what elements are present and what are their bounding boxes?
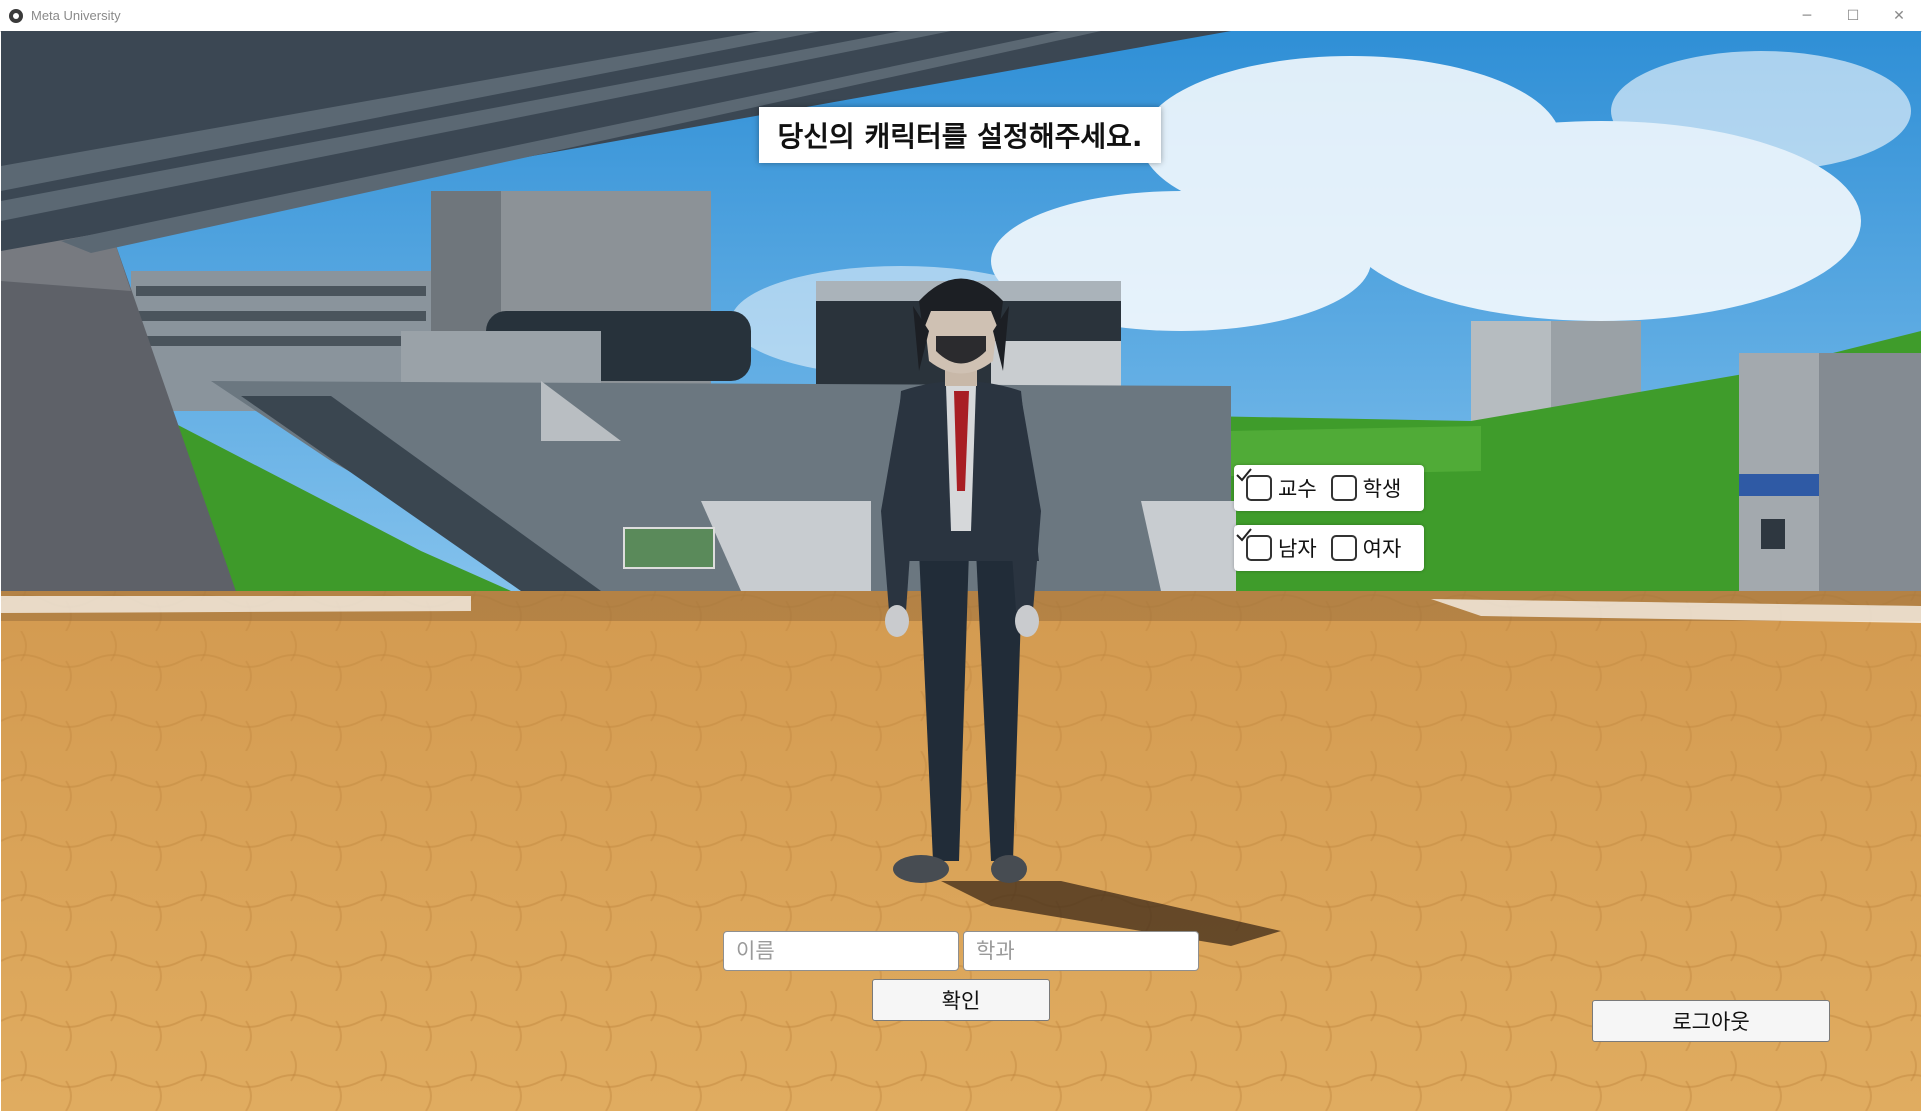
role-professor-checkbox[interactable] [1236, 468, 1272, 501]
close-button[interactable]: ✕ [1876, 0, 1922, 31]
app-logo-icon [9, 8, 23, 23]
name-input[interactable] [723, 931, 959, 971]
gender-female-checkbox[interactable] [1330, 535, 1357, 561]
department-input[interactable] [963, 931, 1199, 971]
gender-male-checkbox[interactable] [1236, 528, 1272, 561]
gender-female-label: 여자 [1362, 537, 1402, 561]
role-professor-label: 교수 [1278, 477, 1317, 501]
role-professor-option[interactable]: 교수 [1236, 468, 1317, 503]
setup-instruction-banner: 당신의 캐릭터를 설정해주세요. [759, 107, 1161, 163]
role-student-checkbox[interactable] [1330, 475, 1357, 501]
role-selection-panel: 교수 학생 [1234, 465, 1424, 511]
game-viewport[interactable]: 당신의 캐릭터를 설정해주세요. 교수 학생 남자 여자 이름 학과 확인 로그… [1, 31, 1921, 1111]
gender-selection-panel: 남자 여자 [1234, 525, 1424, 571]
role-student-option[interactable]: 학생 [1330, 473, 1402, 503]
minimize-button[interactable]: ─ [1784, 0, 1830, 31]
logout-button[interactable]: 로그아웃 [1592, 1000, 1830, 1042]
checkmark-icon [1236, 468, 1252, 482]
confirm-button[interactable]: 확인 [872, 979, 1050, 1021]
app-window: Meta University ─ ☐ ✕ 당신의 캐릭터를 설정해주세요. 교… [0, 0, 1922, 1112]
campus-scene-background [1, 31, 1921, 1111]
gender-female-option[interactable]: 여자 [1330, 533, 1402, 563]
window-title: Meta University [31, 8, 121, 23]
campus-map-board [623, 527, 715, 569]
maximize-button[interactable]: ☐ [1830, 0, 1876, 31]
checkmark-icon [1236, 528, 1252, 542]
role-student-label: 학생 [1362, 477, 1402, 501]
window-controls: ─ ☐ ✕ [1784, 0, 1922, 31]
gender-male-option[interactable]: 남자 [1236, 528, 1317, 563]
title-bar: Meta University ─ ☐ ✕ [0, 0, 1922, 32]
gender-male-label: 남자 [1278, 537, 1317, 561]
